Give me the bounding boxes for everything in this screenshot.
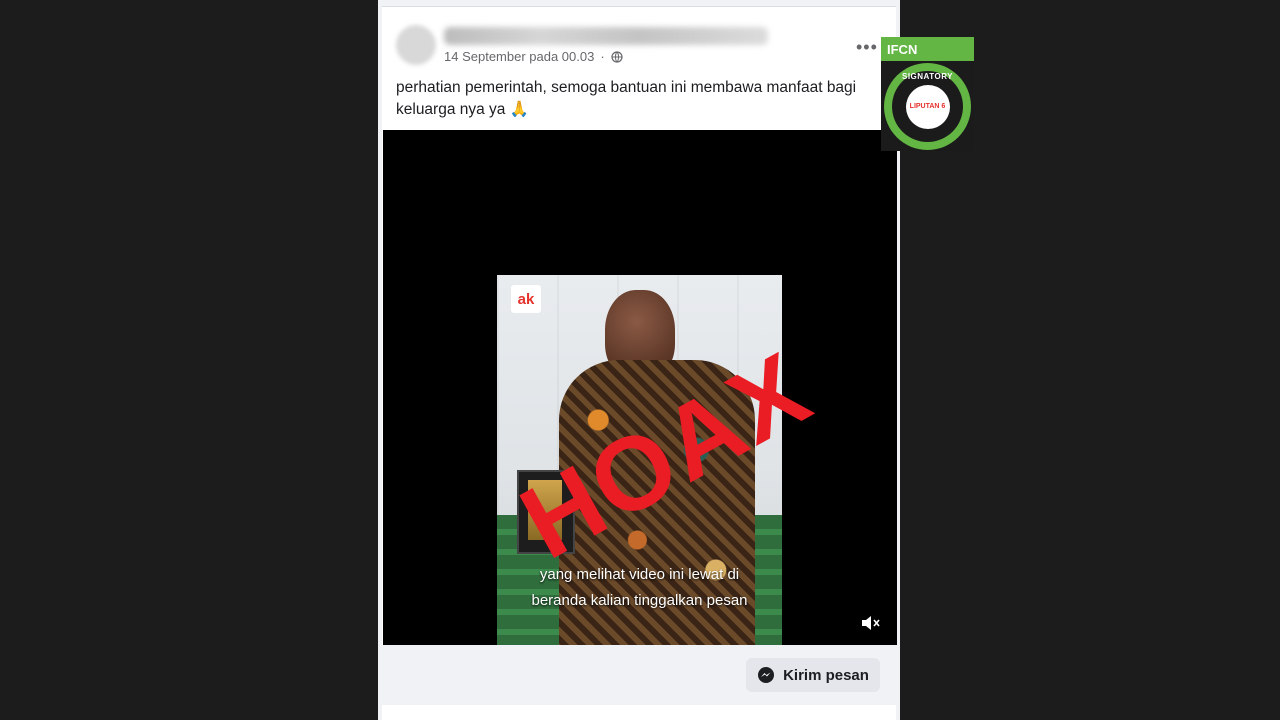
ifcn-ring: SIGNATORY LIPUTAN 6 bbox=[884, 63, 971, 150]
avatar[interactable] bbox=[396, 25, 436, 65]
post-meta: 14 September pada 00.03 · bbox=[444, 49, 623, 64]
reaction-icons[interactable]: ◔◔◔ bbox=[400, 715, 538, 720]
post-timestamp[interactable]: 14 September pada 00.03 bbox=[444, 49, 594, 64]
liputan6-logo: LIPUTAN 6 bbox=[905, 84, 950, 129]
messenger-icon bbox=[758, 667, 775, 683]
author-name-blurred[interactable] bbox=[444, 27, 768, 45]
more-options-icon[interactable]: ••• bbox=[856, 38, 878, 56]
ifcn-ring-inner: SIGNATORY LIPUTAN 6 bbox=[892, 71, 963, 142]
ifcn-signatory-badge: IFCN SIGNATORY LIPUTAN 6 bbox=[881, 37, 974, 151]
channel-logo: ak bbox=[511, 285, 541, 313]
send-message-button[interactable]: Kirim pesan bbox=[746, 658, 880, 692]
reaction-row: ◔◔◔ bbox=[382, 705, 896, 720]
ifcn-org: IFCN bbox=[887, 41, 918, 57]
mute-icon[interactable] bbox=[860, 614, 882, 634]
send-message-label: Kirim pesan bbox=[783, 666, 869, 684]
ifcn-signatory-text: SIGNATORY bbox=[901, 72, 954, 81]
globe-icon bbox=[611, 50, 623, 63]
post-caption: perhatian pemerintah, semoga bantuan ini… bbox=[396, 79, 857, 118]
ifcn-header: IFCN bbox=[881, 37, 974, 61]
action-bar: Kirim pesan bbox=[382, 645, 896, 705]
